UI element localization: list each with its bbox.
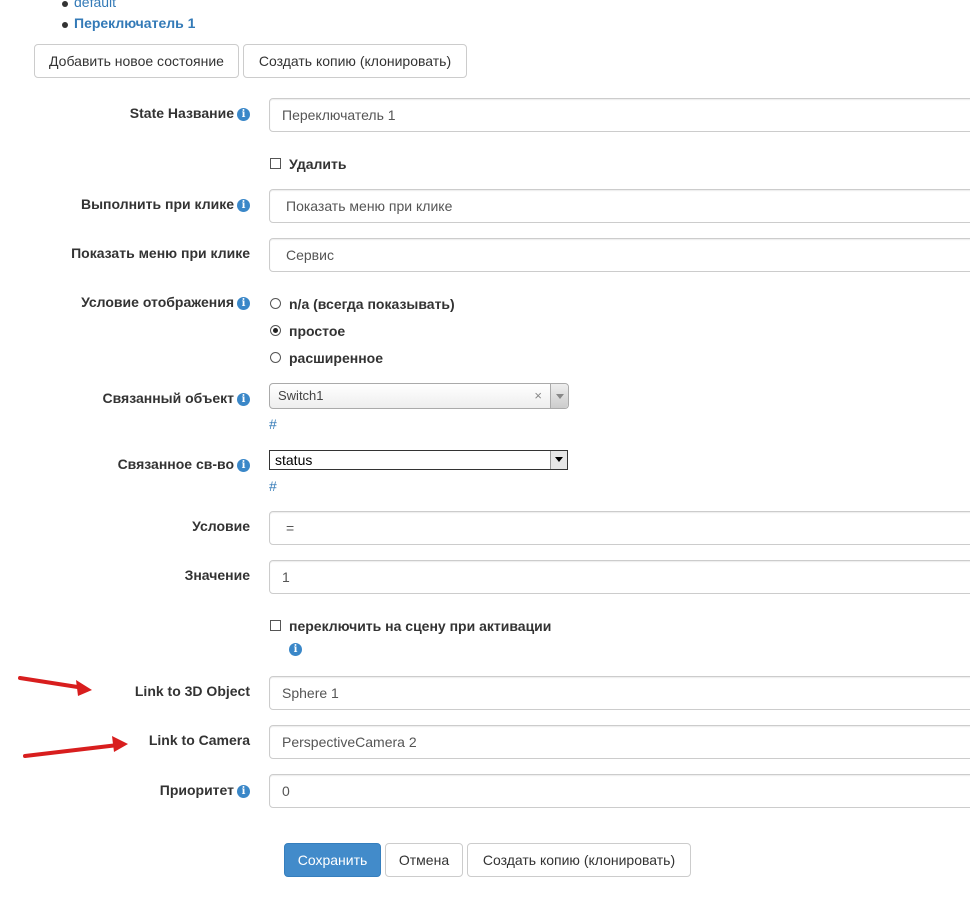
priority-label: Приоритет i — [0, 782, 250, 798]
radio-simple[interactable] — [270, 325, 281, 336]
value-input[interactable]: 1 — [269, 560, 970, 594]
linked-object-value: Switch1 — [278, 388, 324, 403]
delete-label: Удалить — [289, 156, 347, 172]
linked-object-label: Связанный объект i — [0, 390, 250, 406]
info-icon[interactable]: i — [289, 643, 302, 656]
state-name-label: State Название i — [0, 105, 250, 121]
linked-object-link[interactable]: # — [269, 416, 277, 432]
radio-simple-label: простое — [289, 323, 346, 339]
red-arrow-annotation — [23, 736, 128, 758]
save-button[interactable]: Сохранить — [284, 843, 381, 877]
add-state-button[interactable]: Добавить новое состояние — [34, 44, 239, 78]
info-icon[interactable]: i — [237, 297, 250, 310]
state-link-active[interactable]: Переключатель 1 — [74, 15, 195, 31]
display-condition-label: Условие отображения i — [0, 294, 250, 310]
link-camera-input[interactable]: PerspectiveCamera 2 — [269, 725, 970, 759]
condition-select[interactable]: = — [269, 511, 970, 545]
linked-object-label-text: Связанный объект — [102, 390, 235, 406]
linked-property-label: Связанное св-во i — [0, 456, 250, 472]
red-arrow-annotation — [18, 676, 92, 696]
linked-property-select[interactable]: status — [269, 450, 568, 470]
radio-advanced-label: расширенное — [289, 350, 383, 366]
linked-object-select[interactable]: Switch1 × — [269, 383, 569, 409]
info-icon[interactable]: i — [237, 785, 250, 798]
info-icon[interactable]: i — [237, 459, 250, 472]
radio-always-label: n/a (всегда показывать) — [289, 296, 455, 312]
on-click-select[interactable]: Показать меню при клике — [269, 189, 970, 223]
linked-property-value: status — [275, 452, 313, 468]
bullet-dot — [62, 22, 68, 28]
priority-label-text: Приоритет — [159, 782, 234, 798]
switch-scene-checkbox[interactable] — [270, 620, 281, 631]
on-click-label: Выполнить при клике i — [0, 196, 250, 212]
clear-icon[interactable]: × — [534, 384, 542, 408]
info-icon[interactable]: i — [237, 108, 250, 121]
menu-on-click-label: Показать меню при клике — [71, 245, 250, 261]
info-icon[interactable]: i — [237, 199, 250, 212]
linked-property-label-text: Связанное св-во — [117, 456, 234, 472]
menu-on-click-select[interactable]: Сервис — [269, 238, 970, 272]
condition-label: Условие — [192, 518, 250, 534]
linked-property-link[interactable]: # — [269, 478, 277, 494]
state-name-input[interactable]: Переключатель 1 — [269, 98, 970, 132]
priority-input[interactable]: 0 — [269, 774, 970, 808]
state-name-label-text: State Название — [129, 105, 234, 121]
cancel-button[interactable]: Отмена — [385, 843, 463, 877]
chevron-down-icon[interactable] — [550, 384, 568, 408]
info-icon[interactable]: i — [237, 393, 250, 406]
chevron-down-icon[interactable] — [550, 451, 567, 469]
radio-advanced[interactable] — [270, 352, 281, 363]
state-link-default[interactable]: default — [74, 0, 116, 10]
clone-top-button[interactable]: Создать копию (клонировать) — [243, 44, 467, 78]
delete-checkbox[interactable] — [270, 158, 281, 169]
bullet-dot — [62, 1, 68, 7]
radio-always[interactable] — [270, 298, 281, 309]
value-label: Значение — [184, 567, 250, 583]
clone-bottom-button[interactable]: Создать копию (клонировать) — [467, 843, 691, 877]
switch-scene-label: переключить на сцену при активации — [289, 618, 552, 634]
display-condition-label-text: Условие отображения — [81, 294, 234, 310]
link-3d-input[interactable]: Sphere 1 — [269, 676, 970, 710]
on-click-label-text: Выполнить при клике — [80, 196, 234, 212]
